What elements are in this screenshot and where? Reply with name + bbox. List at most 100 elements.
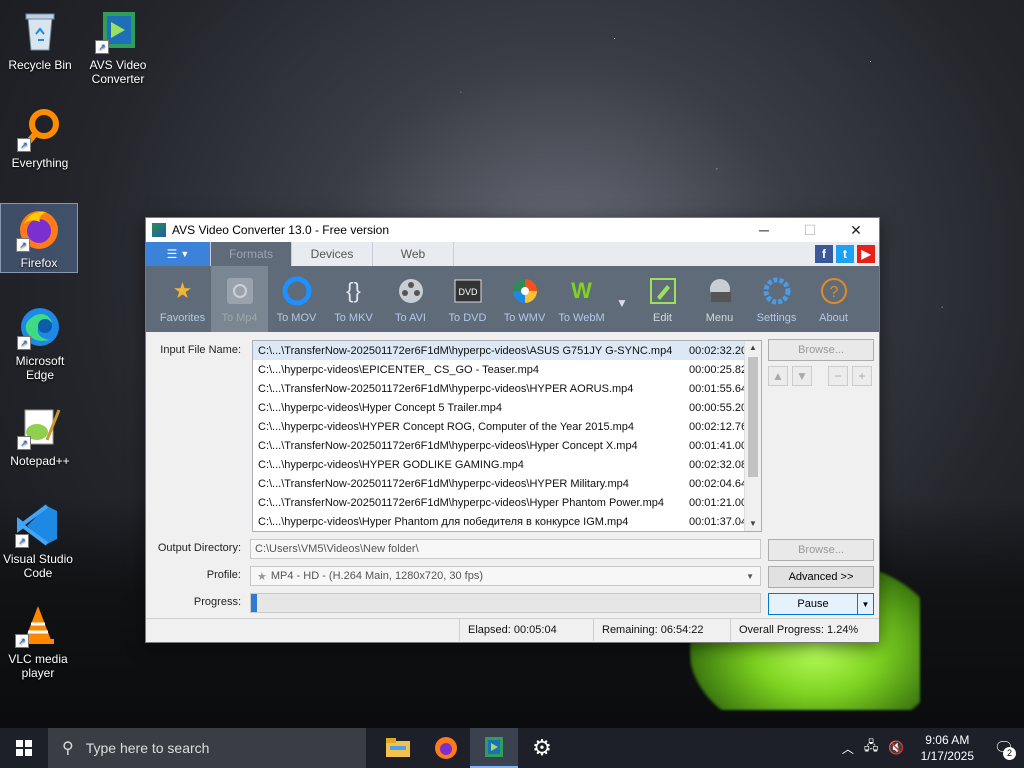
close-button[interactable]: ✕: [833, 218, 879, 242]
favorites-button[interactable]: ★ Favorites: [154, 266, 211, 332]
remove-file-icon[interactable]: −: [828, 366, 848, 386]
file-list-row[interactable]: C:\...\hyperpc-videos\HYPER Concept ROG,…: [253, 417, 761, 436]
menu-button[interactable]: Menu: [691, 266, 748, 332]
svg-text:?: ?: [829, 284, 838, 301]
wmv-icon: [510, 276, 540, 306]
windows-logo-icon: [16, 740, 32, 756]
edit-button[interactable]: Edit: [634, 266, 691, 332]
move-down-icon[interactable]: ▼: [792, 366, 812, 386]
to-dvd-button[interactable]: DVD To DVD: [439, 266, 496, 332]
scroll-up-icon[interactable]: ▲: [745, 341, 761, 355]
shortcut-arrow-icon: ↗: [15, 634, 29, 648]
to-mov-button[interactable]: To MOV: [268, 266, 325, 332]
desktop-icon-everything[interactable]: ↗ Everything: [2, 106, 78, 170]
elapsed-time: Elapsed: 00:05:04: [459, 619, 593, 641]
desktop-icon-vlc-media-player[interactable]: ↗ VLC media player: [0, 602, 76, 680]
scroll-down-icon[interactable]: ▼: [745, 517, 761, 531]
file-list-row[interactable]: C:\...\TransferNow-202501172er6F1dM\hype…: [253, 379, 761, 398]
browse-output-button[interactable]: Browse...: [768, 539, 874, 561]
status-bar: Elapsed: 00:05:04 Remaining: 06:54:22 Ov…: [146, 618, 879, 641]
file-list-row[interactable]: C:\...\TransferNow-202501172er6F1dM\hype…: [253, 436, 761, 455]
to-mkv-button[interactable]: {} To MKV: [325, 266, 382, 332]
file-list-row[interactable]: C:\...\TransferNow-202501172er6F1dM\hype…: [253, 493, 761, 512]
desktop-icon-visual-studio-code[interactable]: ↗ Visual Studio Code: [0, 502, 76, 580]
taskbar-firefox[interactable]: [422, 728, 470, 768]
notification-center-button[interactable]: 🗨 2: [984, 728, 1024, 768]
vscode-icon: ↗: [15, 502, 61, 548]
output-directory-label: Output Directory:: [157, 542, 241, 554]
avs-video-converter-icon: [485, 737, 503, 757]
twitter-icon[interactable]: t: [836, 245, 854, 263]
desktop-icon-avs-video-converter[interactable]: ↗ AVS Video Converter: [80, 8, 156, 86]
taskbar-file-explorer[interactable]: [374, 728, 422, 768]
file-list-row[interactable]: C:\...\TransferNow-202501172er6F1dM\hype…: [253, 341, 761, 360]
maximize-button[interactable]: ☐: [787, 218, 833, 242]
about-button[interactable]: ? About: [805, 266, 862, 332]
window-title: AVS Video Converter 13.0 - Free version: [172, 223, 389, 237]
file-list-row[interactable]: C:\...\TransferNow-202501172er6F1dM\hype…: [253, 474, 761, 493]
clock[interactable]: 9:06 AM 1/17/2025: [911, 732, 984, 764]
advanced-button[interactable]: Advanced >>: [768, 566, 874, 588]
settings-button[interactable]: Settings: [748, 266, 805, 332]
network-icon[interactable]: 🖧: [860, 737, 883, 759]
desktop-icon-notepad-plus-plus[interactable]: ↗ Notepad++: [2, 404, 78, 468]
chevron-up-icon[interactable]: ︿: [836, 740, 860, 757]
chevron-down-icon: ▼: [746, 571, 754, 581]
browse-input-button[interactable]: Browse...: [768, 339, 874, 361]
desktop-icon-firefox[interactable]: ↗ Firefox: [0, 203, 78, 273]
svg-text:DVD: DVD: [458, 287, 478, 297]
app-icon: [152, 223, 166, 237]
profile-select[interactable]: ★ MP4 - HD - (H.264 Main, 1280x720, 30 f…: [250, 566, 761, 586]
tab-web[interactable]: Web: [373, 242, 454, 266]
output-directory-field[interactable]: C:\Users\VM5\Videos\New folder\: [250, 539, 761, 559]
desktop-icon-recycle-bin[interactable]: Recycle Bin: [2, 8, 78, 72]
star-icon: ★: [257, 570, 267, 583]
to-avi-button[interactable]: To AVI: [382, 266, 439, 332]
toolbar-label: To Mp4: [221, 312, 258, 324]
add-file-icon[interactable]: +: [852, 366, 872, 386]
move-up-icon[interactable]: ▲: [768, 366, 788, 386]
input-file-list[interactable]: C:\...\TransferNow-202501172er6F1dM\hype…: [252, 340, 762, 532]
desktop-icon-label: Microsoft Edge: [15, 354, 65, 382]
scrollbar-thumb[interactable]: [748, 357, 758, 477]
volume-muted-icon[interactable]: 🔇: [882, 740, 910, 756]
minimize-button[interactable]: ─: [741, 218, 787, 242]
tab-formats[interactable]: Formats: [211, 242, 292, 266]
desktop-icon-microsoft-edge[interactable]: ↗ Microsoft Edge: [2, 304, 78, 382]
main-menu-dropdown-button[interactable]: ☰ ▼: [146, 242, 211, 266]
file-path: C:\...\hyperpc-videos\EPICENTER_ CS_GO -…: [258, 363, 540, 376]
file-path: C:\...\TransferNow-202501172er6F1dM\hype…: [258, 477, 629, 490]
taskbar-search-box[interactable]: ⚲ Type here to search: [48, 728, 366, 768]
shortcut-arrow-icon: ↗: [17, 436, 31, 450]
firefox-icon: ↗: [16, 206, 62, 252]
search-placeholder: Type here to search: [85, 740, 210, 756]
taskbar-settings[interactable]: ⚙: [518, 728, 566, 768]
star-icon: ★: [172, 278, 193, 303]
file-list-row[interactable]: C:\...\hyperpc-videos\Hyper Concept 5 Tr…: [253, 398, 761, 417]
youtube-icon[interactable]: ▶: [857, 245, 875, 263]
toolbar-label: To WMV: [503, 312, 546, 324]
facebook-icon[interactable]: f: [815, 245, 833, 263]
to-webm-button[interactable]: W To WebM: [553, 266, 610, 332]
search-icon: ⚲: [62, 740, 74, 757]
file-list-row[interactable]: C:\...\hyperpc-videos\EPICENTER_ CS_GO -…: [253, 360, 761, 379]
to-mp4-button[interactable]: To Mp4: [211, 266, 268, 332]
toolbar-label: Menu: [705, 312, 734, 324]
mov-icon: [282, 276, 312, 306]
dvd-icon: DVD: [453, 276, 483, 306]
title-bar[interactable]: AVS Video Converter 13.0 - Free version …: [146, 218, 879, 242]
file-path: C:\...\hyperpc-videos\HYPER Concept ROG,…: [258, 420, 635, 433]
pause-options-dropdown[interactable]: ▼: [857, 593, 874, 615]
taskbar-avs-video-converter[interactable]: [470, 728, 518, 768]
edge-icon: ↗: [17, 304, 63, 350]
file-list-scrollbar[interactable]: ▲ ▼: [744, 341, 761, 531]
file-list-row[interactable]: C:\...\hyperpc-videos\Hyper Phantom для …: [253, 512, 761, 531]
more-formats-dropdown[interactable]: ▼: [610, 266, 634, 332]
toolbar-label: Settings: [756, 312, 797, 324]
to-wmv-button[interactable]: To WMV: [496, 266, 553, 332]
file-path: C:\...\TransferNow-202501172er6F1dM\hype…: [258, 382, 634, 395]
start-button[interactable]: [0, 728, 48, 768]
pause-button[interactable]: Pause: [768, 593, 858, 615]
file-list-row[interactable]: C:\...\hyperpc-videos\HYPER GODLIKE GAMI…: [253, 455, 761, 474]
tab-devices[interactable]: Devices: [292, 242, 373, 266]
